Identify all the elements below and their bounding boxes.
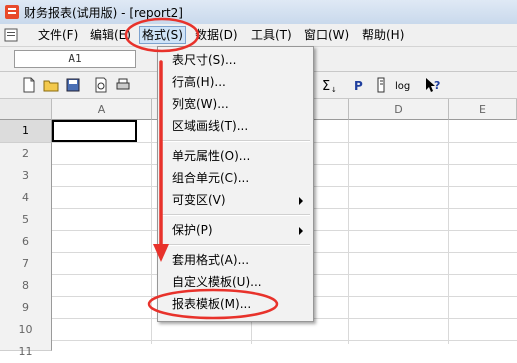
row-header-3[interactable]: 3 (0, 165, 52, 188)
menu-window[interactable]: 窗口(W) (304, 27, 349, 43)
title-bar: 财务报表(试用版) - [report2] (0, 0, 517, 25)
svg-text:log: log (395, 81, 410, 92)
menu-separator (160, 140, 310, 142)
menu-item-table-size[interactable]: 表尺寸(S)... (158, 49, 313, 71)
menu-item-column-width[interactable]: 列宽(W)... (158, 93, 313, 115)
format-dropdown-menu: 表尺寸(S)... 行高(H)... 列宽(W)... 区域画线(T)... 单… (157, 46, 314, 322)
paragraph-p-icon[interactable]: P (350, 76, 368, 94)
new-file-icon[interactable] (20, 76, 38, 94)
column-header-a[interactable]: A (52, 99, 152, 120)
app-icon (5, 5, 19, 19)
save-icon[interactable] (64, 76, 82, 94)
document-icon[interactable] (4, 28, 18, 42)
row-header-8[interactable]: 8 (0, 275, 52, 298)
autosum-icon[interactable]: Σ ↓ (320, 76, 338, 94)
row-header-4[interactable]: 4 (0, 187, 52, 210)
column-header-e[interactable]: E (449, 99, 517, 120)
menu-item-apply-format[interactable]: 套用格式(A)... (158, 249, 313, 271)
svg-text:Σ: Σ (322, 79, 330, 94)
page-tool-icon[interactable] (372, 76, 390, 94)
menu-item-merge-cells[interactable]: 组合单元(C)... (158, 167, 313, 189)
menu-item-label: 可变区(V) (172, 193, 226, 207)
menu-edit[interactable]: 编辑(E) (90, 27, 131, 43)
menu-item-variable-area[interactable]: 可变区(V) (158, 189, 313, 211)
context-help-icon[interactable]: ? (424, 76, 442, 94)
column-header-d[interactable]: D (349, 99, 449, 120)
svg-text:P: P (354, 79, 363, 93)
open-folder-icon[interactable] (42, 76, 60, 94)
row-header-1[interactable]: 1 (0, 120, 52, 143)
menu-item-report-template[interactable]: 报表模板(M)... (158, 293, 313, 315)
selected-cell-a1[interactable] (52, 120, 137, 142)
row-header-6[interactable]: 6 (0, 231, 52, 254)
row-header-7[interactable]: 7 (0, 253, 52, 276)
menu-item-custom-template[interactable]: 自定义模板(U)... (158, 271, 313, 293)
row-header-9[interactable]: 9 (0, 297, 52, 320)
menu-separator (160, 244, 310, 246)
menu-item-protect[interactable]: 保护(P) (158, 219, 313, 241)
menu-format[interactable]: 格式(S) (139, 26, 186, 44)
cell-reference-box[interactable]: A1 (14, 50, 136, 68)
row-header-5[interactable]: 5 (0, 209, 52, 232)
log-icon[interactable]: log (395, 76, 413, 94)
menu-bar: 文件(F) 编辑(E) 格式(S) 数据(D) 工具(T) 窗口(W) 帮助(H… (0, 24, 517, 47)
menu-item-label: 保护(P) (172, 223, 213, 237)
corner-cell[interactable] (0, 99, 52, 120)
row-header-2[interactable]: 2 (0, 143, 52, 166)
menu-file[interactable]: 文件(F) (38, 27, 78, 43)
window-title: 财务报表(试用版) - [report2] (24, 6, 183, 20)
submenu-arrow-icon (299, 227, 303, 235)
menu-item-area-lines[interactable]: 区域画线(T)... (158, 115, 313, 137)
grid-line (348, 120, 349, 344)
svg-text:↓: ↓ (331, 86, 337, 94)
menu-tools[interactable]: 工具(T) (251, 27, 292, 43)
menu-data[interactable]: 数据(D) (195, 27, 238, 43)
print-preview-icon[interactable] (92, 76, 110, 94)
menu-help[interactable]: 帮助(H) (362, 27, 404, 43)
row-header-10[interactable]: 10 (0, 319, 52, 342)
menu-item-row-height[interactable]: 行高(H)... (158, 71, 313, 93)
menu-separator (160, 214, 310, 216)
menu-item-cell-properties[interactable]: 单元属性(O)... (158, 145, 313, 167)
svg-text:?: ? (434, 79, 440, 92)
grid-line (151, 120, 152, 344)
submenu-arrow-icon (299, 197, 303, 205)
print-icon[interactable] (114, 76, 132, 94)
grid-line (448, 120, 449, 344)
row-header-11[interactable]: 11 (0, 341, 52, 358)
